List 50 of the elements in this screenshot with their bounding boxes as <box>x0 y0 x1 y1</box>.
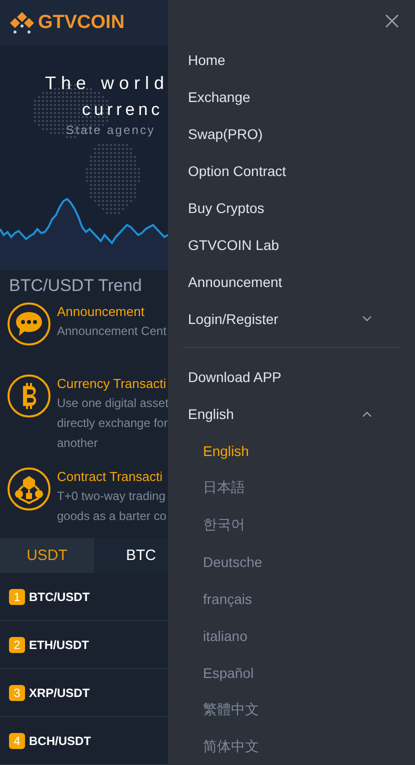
feature-description: directly exchange for <box>57 415 168 432</box>
language-option[interactable]: 한국어 <box>183 506 400 543</box>
menu-item[interactable]: Login/Register <box>188 310 362 326</box>
language-option[interactable]: français <box>183 580 400 617</box>
feature-title: Announcement <box>57 303 146 321</box>
feature-description: goods as a barter co <box>57 508 166 525</box>
hero-subtitle: State agency <box>66 123 156 137</box>
market-tab[interactable]: BTC <box>94 538 168 573</box>
language-option[interactable]: italiano <box>183 617 400 654</box>
rank-badge: 2 <box>9 636 25 652</box>
close-icon[interactable] <box>385 14 399 28</box>
chevron-up-icon[interactable] <box>362 410 372 416</box>
language-option[interactable]: Deutsche <box>183 543 400 580</box>
language-option[interactable]: English <box>183 432 400 469</box>
language-option[interactable]: 简体中文 <box>183 728 400 765</box>
pair-name[interactable]: ETH/USDT <box>29 638 89 652</box>
logo-icon <box>9 10 35 34</box>
menu-item[interactable]: Option Contract <box>183 152 400 189</box>
rank-badge: 1 <box>9 588 25 604</box>
pair-name[interactable]: BCH/USDT <box>29 734 91 748</box>
chat-bubble-icon <box>7 302 51 346</box>
hero-title: currenc <box>82 100 164 120</box>
feature-description: another <box>57 435 99 452</box>
menu-item[interactable]: GTVCOIN Lab <box>183 226 400 263</box>
menu-item[interactable]: Announcement <box>183 263 400 300</box>
network-icon <box>7 467 51 511</box>
feature-title: Currency Transacti <box>57 375 168 393</box>
language-option[interactable]: 日本語 <box>183 469 400 506</box>
pair-name[interactable]: BTC/USDT <box>29 590 90 604</box>
menu-item[interactable]: Home <box>183 41 400 78</box>
language-option[interactable]: Español <box>183 654 400 691</box>
menu-item[interactable]: Swap(PRO) <box>183 115 400 152</box>
section-title: BTC/USDT Trend <box>9 276 143 296</box>
hero-title: The world <box>45 73 168 94</box>
feature-description: Use one digital asset <box>57 395 168 412</box>
menu-item[interactable]: Exchange <box>183 78 400 115</box>
menu-item[interactable]: English <box>188 406 362 422</box>
market-tab[interactable]: USDT <box>0 538 94 573</box>
bitcoin-icon <box>7 374 51 418</box>
menu-item[interactable]: Buy Cryptos <box>183 189 400 226</box>
logo-text: GTVCOIN <box>38 12 125 34</box>
language-option[interactable]: 繁體中文 <box>183 691 400 728</box>
feature-title: Contract Transacti <box>57 468 164 486</box>
rank-badge: 4 <box>9 732 25 748</box>
rank-badge: 3 <box>9 684 25 700</box>
feature-description: Announcement Cent <box>57 323 166 340</box>
feature-description: T+0 two-way trading <box>57 488 166 505</box>
pair-name[interactable]: XRP/USDT <box>29 686 90 700</box>
chevron-down-icon[interactable] <box>362 316 372 322</box>
menu-item[interactable]: Download APP <box>183 358 400 395</box>
